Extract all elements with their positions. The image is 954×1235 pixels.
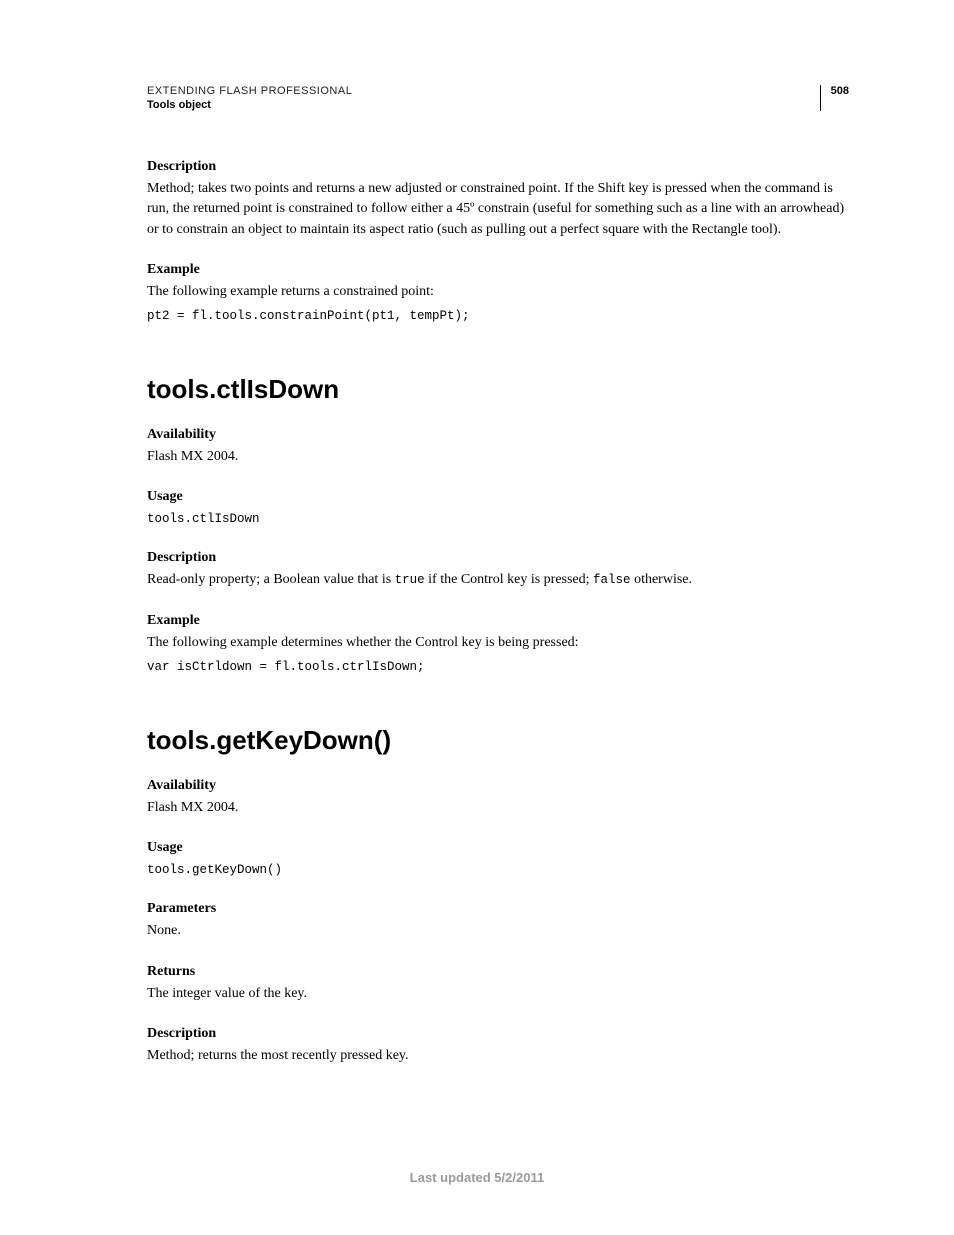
example-text: The following example determines whether… — [147, 633, 849, 653]
example-text: The following example returns a constrai… — [147, 282, 849, 302]
desc-post: otherwise. — [631, 572, 692, 587]
page-number: 508 — [831, 85, 849, 97]
footer: Last updated 5/2/2011 — [0, 1170, 954, 1185]
section-getkeydown: tools.getKeyDown() Availability Flash MX… — [147, 725, 849, 1067]
code-false: false — [593, 573, 631, 587]
code-true: true — [395, 573, 425, 587]
parameters-text: None. — [147, 921, 849, 941]
last-updated: Last updated 5/2/2011 — [410, 1170, 544, 1185]
returns-label: Returns — [147, 964, 849, 980]
usage-label: Usage — [147, 840, 849, 856]
desc-pre: Read-only property; a Boolean value that… — [147, 572, 395, 587]
page-header: EXTENDING FLASH PROFESSIONAL Tools objec… — [147, 85, 849, 111]
description-text: Read-only property; a Boolean value that… — [147, 570, 849, 590]
availability-label: Availability — [147, 778, 849, 794]
example-code: pt2 = fl.tools.constrainPoint(pt1, tempP… — [147, 308, 849, 326]
usage-code: tools.ctlIsDown — [147, 511, 849, 529]
returns-text: The integer value of the key. — [147, 984, 849, 1004]
description-text: Method; takes two points and returns a n… — [147, 179, 849, 240]
page: EXTENDING FLASH PROFESSIONAL Tools objec… — [0, 0, 954, 1235]
description-label: Description — [147, 1026, 849, 1042]
availability-text: Flash MX 2004. — [147, 798, 849, 818]
availability-text: Flash MX 2004. — [147, 447, 849, 467]
header-left: EXTENDING FLASH PROFESSIONAL Tools objec… — [147, 85, 352, 111]
page-number-wrap: 508 — [820, 85, 849, 111]
desc-mid: if the Control key is pressed; — [425, 572, 593, 587]
description-text: Method; returns the most recently presse… — [147, 1046, 849, 1066]
usage-label: Usage — [147, 489, 849, 505]
header-title: EXTENDING FLASH PROFESSIONAL — [147, 85, 352, 97]
heading-ctlisdown: tools.ctlIsDown — [147, 374, 849, 405]
example-label: Example — [147, 262, 849, 278]
example-code: var isCtrldown = fl.tools.ctrlIsDown; — [147, 659, 849, 677]
usage-code: tools.getKeyDown() — [147, 862, 849, 880]
description-label: Description — [147, 550, 849, 566]
availability-label: Availability — [147, 427, 849, 443]
description-label: Description — [147, 159, 849, 175]
parameters-label: Parameters — [147, 901, 849, 917]
section-ctlisdown: tools.ctlIsDown Availability Flash MX 20… — [147, 374, 849, 677]
header-subtitle: Tools object — [147, 99, 352, 111]
section-constrainpoint: Description Method; takes two points and… — [147, 159, 849, 326]
example-label: Example — [147, 613, 849, 629]
heading-getkeydown: tools.getKeyDown() — [147, 725, 849, 756]
